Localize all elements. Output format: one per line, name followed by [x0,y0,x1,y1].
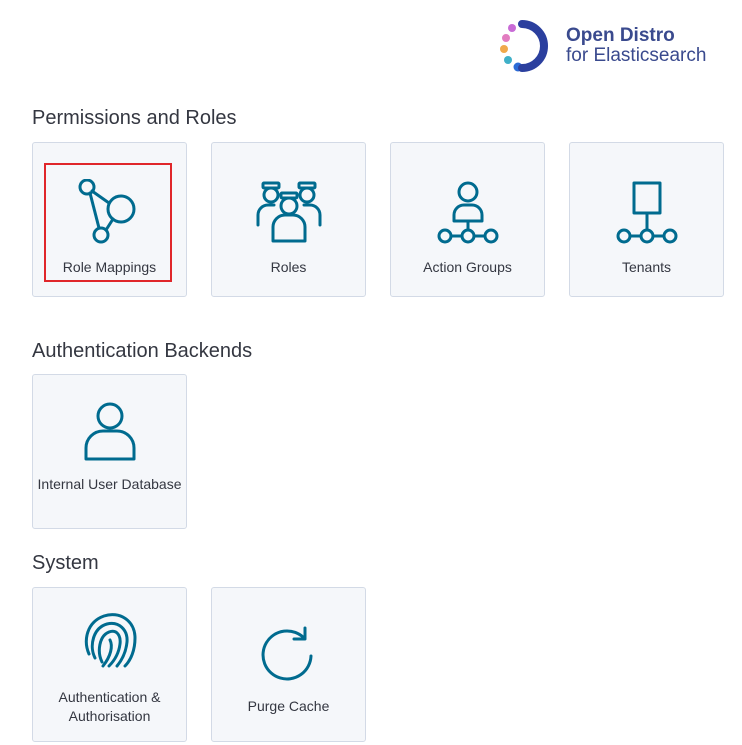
refresh-icon [261,626,312,681]
user-icon [84,402,135,461]
roles-icon [256,181,321,243]
section-title-system: System [32,552,99,574]
tenants-icon [616,181,677,244]
role-mappings-icon [78,179,135,244]
tile-label: Internal User Database [37,476,182,492]
open-distro-logo-icon [500,20,548,72]
security-home-page: Open Distro for Elasticsearch Permission… [0,0,742,745]
tile-purge-cache[interactable]: Purge Cache [211,587,366,742]
open-distro-logo: Open Distro for Elasticsearch [498,16,742,76]
brand-name: Open Distro [566,25,675,47]
tile-label: Role Mappings [62,259,157,275]
tile-action-groups[interactable]: Action Groups [390,142,545,297]
section-title-authentication-backends: Authentication Backends [32,340,253,362]
tile-label: Tenants [621,259,672,275]
tile-label: Purge Cache [247,698,330,714]
tile-roles[interactable]: Roles [211,142,366,297]
action-groups-icon [437,181,498,244]
tile-role-mappings[interactable]: Role Mappings [32,142,187,297]
tile-tenants[interactable]: Tenants [569,142,724,297]
tile-authentication-authorisation[interactable]: Authentication & Authorisation [32,587,187,742]
tile-label: Action Groups [423,259,512,275]
tile-label: Roles [270,259,307,275]
fingerprint-icon [84,613,136,668]
brand-subtitle: for Elasticsearch [566,45,707,66]
section-title-permissions: Permissions and Roles [32,107,237,129]
tile-label: Authentication & Authorisation [58,689,161,724]
tile-internal-user-database[interactable]: Internal User Database [32,374,187,529]
